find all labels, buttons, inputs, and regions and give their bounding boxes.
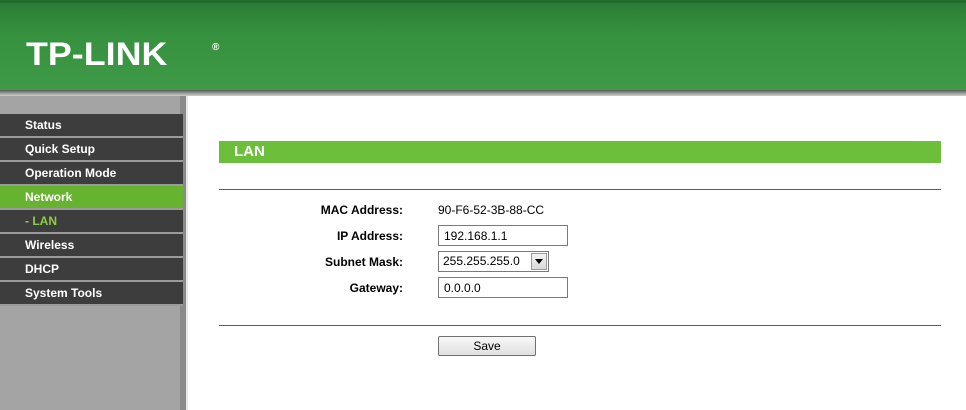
- page-title: LAN: [219, 141, 941, 163]
- save-button[interactable]: Save: [438, 336, 536, 356]
- sidebar-menu: Status Quick Setup Operation Mode Networ…: [0, 114, 183, 306]
- mac-address-value: 90-F6-52-3B-88-CC: [438, 203, 545, 217]
- ip-address-input[interactable]: [438, 225, 568, 246]
- sidebar-item-system-tools[interactable]: System Tools: [0, 282, 183, 306]
- subnet-mask-value: 255.255.255.0: [443, 254, 520, 268]
- sidebar-item-network[interactable]: Network: [0, 186, 183, 210]
- bottom-divider: [219, 325, 941, 326]
- sidebar-item-operation-mode[interactable]: Operation Mode: [0, 162, 183, 186]
- chevron-down-icon[interactable]: [531, 253, 547, 270]
- sidebar-item-status[interactable]: Status: [0, 114, 183, 138]
- gateway-label: Gateway:: [349, 281, 403, 295]
- sidebar-item-dhcp[interactable]: DHCP: [0, 258, 183, 282]
- top-divider: [219, 189, 941, 190]
- sidebar-subitem-lan[interactable]: - LAN: [0, 210, 183, 234]
- sidebar-item-quick-setup[interactable]: Quick Setup: [0, 138, 183, 162]
- header-banner: TP-LINK ®: [0, 0, 966, 90]
- sidebar: Status Quick Setup Operation Mode Networ…: [0, 96, 186, 410]
- subnet-mask-select[interactable]: 255.255.255.0: [438, 251, 549, 272]
- registered-mark: ®: [212, 42, 220, 53]
- subnet-mask-label: Subnet Mask:: [324, 255, 403, 269]
- sidebar-item-wireless[interactable]: Wireless: [0, 234, 183, 258]
- gateway-input[interactable]: [438, 277, 568, 298]
- tp-link-logo: TP-LINK: [26, 36, 168, 72]
- main-content: LAN MAC Address: 90-F6-52-3B-88-CC IP Ad…: [188, 96, 966, 410]
- ip-address-label: IP Address:: [336, 229, 403, 243]
- mac-address-label: MAC Address:: [320, 203, 403, 217]
